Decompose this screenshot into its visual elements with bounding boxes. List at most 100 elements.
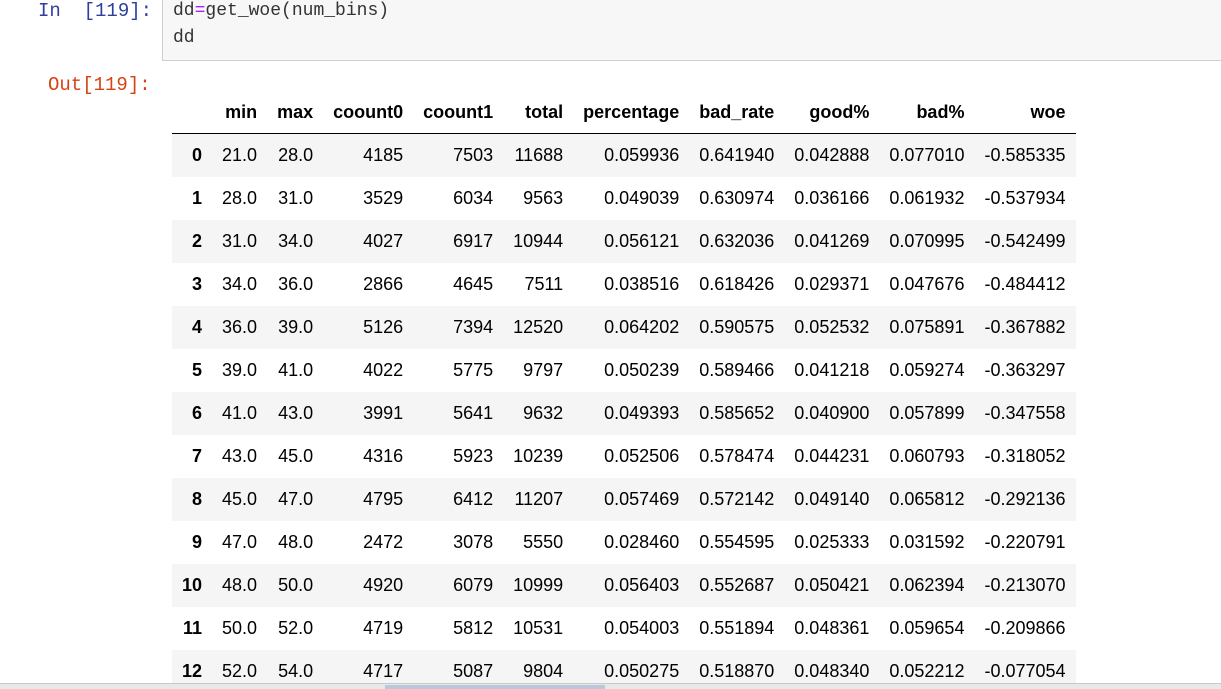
- table-cell: 52.0: [278, 618, 314, 638]
- table-cell: 0.025333: [794, 532, 870, 552]
- table-row: 0 21.0 28.0 4185 7503 11688 0.059936 0.641940 0.…: [172, 133, 1076, 177]
- table-cell: 0.059274: [889, 360, 965, 380]
- table-cell: 36.0: [222, 317, 258, 337]
- table-cell: 0.057469: [604, 489, 680, 509]
- table-cell: 0.585652: [699, 403, 775, 423]
- table-cell: 4719: [363, 618, 404, 638]
- table-header: min max coount0 coount1 total percentage bad_r…: [172, 92, 1076, 134]
- table-cell: 0.060793: [889, 446, 965, 466]
- table-cell: 4185: [363, 145, 404, 165]
- row-index: 0: [192, 145, 203, 165]
- row-index: 6: [192, 403, 203, 423]
- table-cell: 4316: [363, 446, 404, 466]
- table-cell: 12520: [513, 317, 564, 337]
- table-cell: 0.049140: [794, 489, 870, 509]
- table-cell: 45.0: [222, 489, 258, 509]
- table-cell: 4795: [363, 489, 404, 509]
- table-cell: 47.0: [222, 532, 258, 552]
- code-token: dd: [173, 1, 195, 21]
- table-cell: 0.630974: [699, 188, 775, 208]
- table-row: 6 41.0 43.0 3991 5641 9632 0.049393 0.585652 0.0…: [172, 392, 1076, 435]
- table-cell: 7511: [524, 274, 564, 294]
- table-cell: 50.0: [278, 575, 314, 595]
- table-cell: -0.209866: [984, 618, 1066, 638]
- column-header: percentage: [573, 92, 690, 134]
- row-index: 7: [192, 446, 203, 466]
- table-cell: 3529: [363, 188, 404, 208]
- table-row: 2 31.0 34.0 4027 6917 10944 0.056121 0.632036 0.…: [172, 220, 1076, 263]
- dataframe-table: min max coount0 coount1 total percentage bad_r…: [172, 92, 1076, 689]
- table-cell: 0.052506: [604, 446, 680, 466]
- table-row: 8 45.0 47.0 4795 6412 11207 0.057469 0.572142 0.…: [172, 478, 1076, 521]
- table-cell: 0.065812: [889, 489, 965, 509]
- table-cell: 31.0: [278, 188, 314, 208]
- row-index: 9: [192, 532, 203, 552]
- table-row: 4 36.0 39.0 5126 7394 12520 0.064202 0.590575 0.…: [172, 306, 1076, 349]
- table-cell: 4645: [453, 274, 494, 294]
- table-cell: 9797: [523, 360, 564, 380]
- table-cell: 5126: [363, 317, 404, 337]
- table-cell: 0.050421: [794, 575, 870, 595]
- column-header: bad%: [879, 92, 975, 134]
- table-cell: 2866: [363, 274, 404, 294]
- table-cell: 4027: [363, 231, 404, 251]
- table-cell: 0.052532: [794, 317, 870, 337]
- table-cell: 0.049039: [604, 188, 680, 208]
- table-cell: 36.0: [278, 274, 314, 294]
- table-cell: 0.057899: [889, 403, 965, 423]
- row-index: 10: [182, 575, 203, 595]
- table-cell: 5550: [523, 532, 564, 552]
- table-row: 5 39.0 41.0 4022 5775 9797 0.050239 0.589466 0.0…: [172, 349, 1076, 392]
- table-cell: 3991: [363, 403, 404, 423]
- table-cell: 0.590575: [699, 317, 775, 337]
- table-cell: 34.0: [222, 274, 258, 294]
- table-row: 7 43.0 45.0 4316 5923 10239 0.052506 0.578474 0.…: [172, 435, 1076, 478]
- table-cell: 0.049393: [604, 403, 680, 423]
- column-header: bad_rate: [689, 92, 785, 134]
- table-cell: 10999: [513, 575, 564, 595]
- table-cell: 43.0: [278, 403, 314, 423]
- table-cell: 0.040900: [794, 403, 870, 423]
- table-row: 1 28.0 31.0 3529 6034 9563 0.049039 0.630974 0.0…: [172, 177, 1076, 220]
- dataframe-output: min max coount0 coount1 total percentage bad_r…: [172, 92, 1076, 689]
- table-cell: 0.059654: [889, 618, 965, 638]
- table-cell: 3078: [453, 532, 494, 552]
- header-row: min max coount0 coount1 total percentage bad_r…: [172, 92, 1076, 134]
- table-cell: 0.062394: [889, 575, 965, 595]
- table-cell: 0.061932: [889, 188, 965, 208]
- table-cell: 10944: [513, 231, 564, 251]
- input-prompt: In [119]:: [38, 0, 153, 22]
- table-cell: 6917: [453, 231, 494, 251]
- horizontal-scrollbar[interactable]: [0, 683, 1221, 689]
- table-cell: 0.054003: [604, 618, 680, 638]
- table-cell: 0.056121: [604, 231, 680, 251]
- table-cell: 5812: [453, 618, 494, 638]
- table-cell: 0.041269: [794, 231, 870, 251]
- row-index: 4: [192, 317, 203, 337]
- row-index: 3: [192, 274, 203, 294]
- row-index: 5: [192, 360, 203, 380]
- table-cell: 0.589466: [699, 360, 775, 380]
- table-cell: 5775: [453, 360, 494, 380]
- table-cell: 5923: [453, 446, 494, 466]
- table-cell: 0.050239: [604, 360, 680, 380]
- code-line: dd=get_woe(num_bins): [173, 1, 389, 21]
- table-cell: 0.042888: [794, 145, 870, 165]
- column-header: total: [503, 92, 574, 134]
- table-cell: 0.064202: [604, 317, 680, 337]
- table-cell: 0.551894: [699, 618, 775, 638]
- table-cell: 0.056403: [604, 575, 680, 595]
- table-cell: 0.036166: [794, 188, 870, 208]
- table-cell: 0.554595: [699, 532, 775, 552]
- code-line: dd: [173, 28, 195, 48]
- scrollbar-thumb[interactable]: [385, 685, 605, 689]
- table-cell: 0.641940: [699, 145, 775, 165]
- table-row: 10 48.0 50.0 4920 6079 10999 0.056403 0.552687 0…: [172, 564, 1076, 607]
- table-cell: 0.048361: [794, 618, 870, 638]
- row-index: 8: [192, 489, 203, 509]
- table-cell: 43.0: [222, 446, 258, 466]
- table-cell: 0.029371: [794, 274, 870, 294]
- table-cell: 11207: [514, 489, 564, 509]
- table-cell: 50.0: [222, 618, 258, 638]
- code-input-area[interactable]: dd=get_woe(num_bins) dd: [162, 0, 1221, 61]
